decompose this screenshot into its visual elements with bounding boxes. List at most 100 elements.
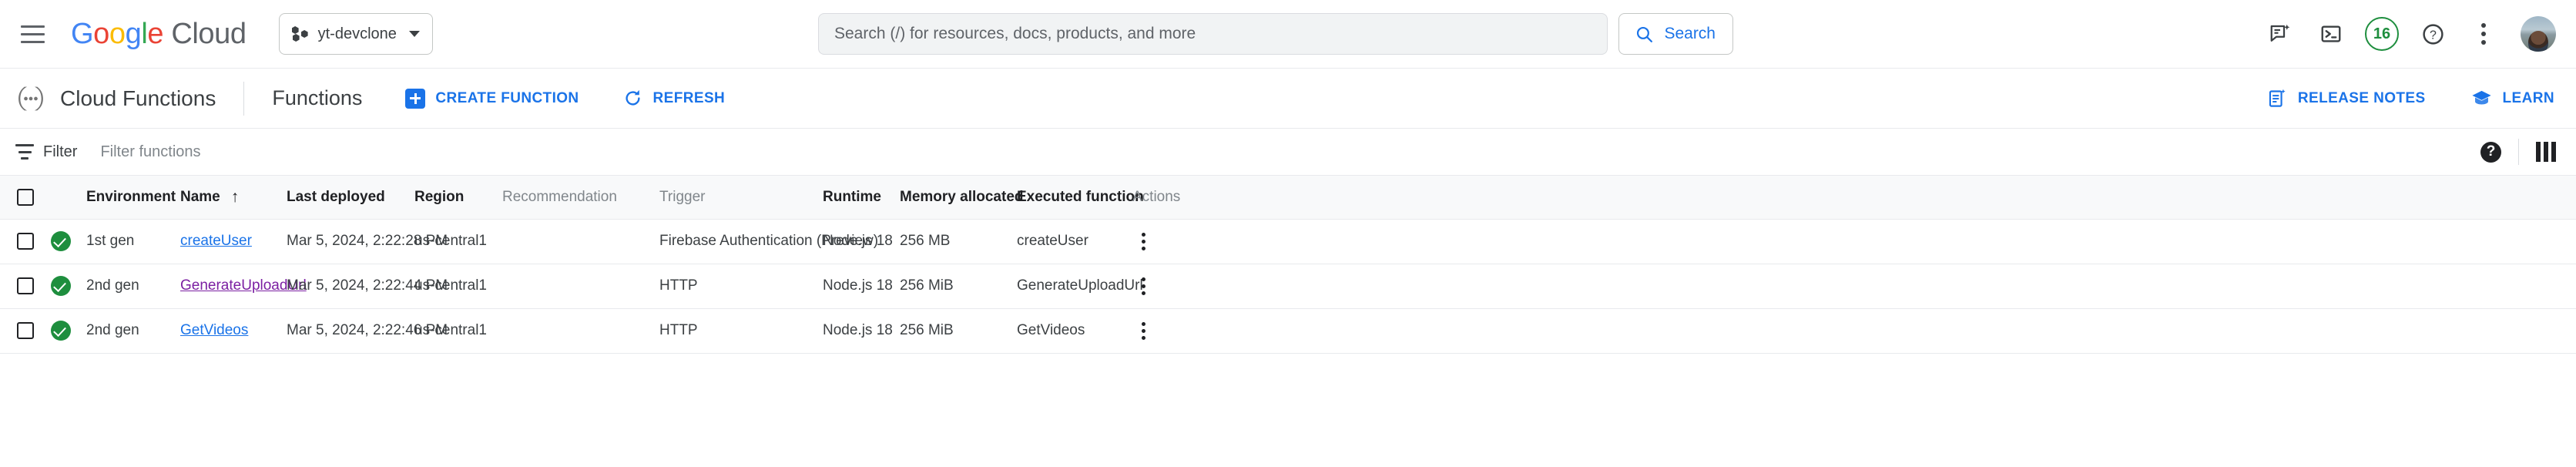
search-button-label: Search (1664, 25, 1716, 42)
cell-recommendation (502, 219, 659, 264)
status-ok-icon (51, 231, 71, 251)
cell-runtime: Node.js 18 (823, 219, 900, 264)
table-row[interactable]: 2nd gen GenerateUploadUrl Mar 5, 2024, 2… (0, 264, 2576, 309)
th-last-deployed[interactable]: Last deployed (287, 176, 414, 220)
sort-ascending-icon: ↑ (230, 188, 240, 207)
cell-recommendation (502, 308, 659, 354)
refresh-button[interactable]: REFRESH (622, 88, 726, 109)
th-runtime[interactable]: Runtime (823, 176, 900, 220)
cell-trigger: Firebase Authentication (Preview) (659, 219, 878, 264)
row-status-cell (51, 219, 86, 264)
project-selector[interactable]: yt-devclone (278, 13, 433, 55)
cell-environment: 1st gen (86, 219, 180, 264)
status-ok-icon (51, 321, 71, 341)
th-region[interactable]: Region (414, 176, 502, 220)
row-checkbox-cell (0, 219, 51, 264)
th-executed-function[interactable]: Executed function (1017, 176, 1144, 220)
header-divider (243, 81, 245, 116)
row-status-cell (51, 308, 86, 354)
cell-trigger: HTTP (659, 308, 823, 354)
filter-bar-divider (2518, 139, 2519, 165)
cell-name: GenerateUploadUrl (180, 264, 307, 309)
cell-executed-function: GenerateUploadUrl (1017, 264, 1143, 309)
hamburger-menu-icon[interactable] (11, 12, 54, 55)
row-status-cell (51, 264, 86, 309)
svg-text:?: ? (2430, 29, 2437, 42)
top-bar-actions: 16 ? (2259, 12, 2556, 55)
cell-executed-function: createUser (1017, 219, 1132, 264)
table-header-row: Environment Name ↑ Last deployed Region R… (0, 176, 2576, 220)
table-row[interactable]: 2nd gen GetVideos Mar 5, 2024, 2:22:46 P… (0, 308, 2576, 354)
cell-last-deployed: Mar 5, 2024, 2:22:46 PM (287, 308, 448, 354)
select-all-checkbox[interactable] (17, 188, 34, 206)
notifications-button[interactable]: 16 (2360, 12, 2403, 55)
function-name-link[interactable]: createUser (180, 233, 252, 249)
create-function-button[interactable]: CREATE FUNCTION (405, 88, 579, 109)
release-notes-button[interactable]: RELEASE NOTES (2267, 88, 2426, 109)
th-status (51, 176, 86, 220)
learn-label: LEARN (2502, 89, 2554, 106)
chevron-down-icon (408, 31, 420, 37)
cell-region: us-central1 (414, 219, 502, 264)
row-checkbox-cell (0, 308, 51, 354)
th-name-label: Name (180, 189, 220, 206)
create-function-label: CREATE FUNCTION (435, 89, 579, 106)
help-filled-icon[interactable]: ? (2480, 141, 2501, 163)
th-memory-allocated[interactable]: Memory allocated (900, 176, 1024, 220)
row-checkbox[interactable] (17, 277, 34, 294)
column-display-icon[interactable] (2536, 142, 2556, 162)
th-trigger[interactable]: Trigger (659, 176, 823, 220)
search-button[interactable]: Search (1618, 13, 1733, 55)
cell-memory: 256 MiB (900, 264, 1017, 309)
functions-table: Environment Name ↑ Last deployed Region R… (0, 176, 2576, 354)
project-dots-icon (291, 25, 309, 42)
search-input[interactable]: Search (/) for resources, docs, products… (818, 13, 1608, 55)
cloud-functions-icon (14, 82, 48, 116)
refresh-icon (626, 89, 640, 106)
row-checkbox[interactable] (17, 233, 34, 250)
release-notes-label: RELEASE NOTES (2297, 89, 2426, 106)
plus-icon (405, 88, 426, 109)
cell-memory: 256 MB (900, 219, 1017, 264)
cell-name: GetVideos (180, 308, 287, 354)
product-title: Cloud Functions (60, 86, 216, 110)
google-cloud-logo[interactable]: Google Cloud (71, 18, 247, 51)
cell-runtime: Node.js 18 (823, 264, 900, 309)
learn-button[interactable]: LEARN (2470, 87, 2554, 109)
th-recommendation[interactable]: Recommendation (502, 176, 659, 220)
gemini-chat-icon[interactable] (2259, 12, 2302, 55)
page-header: Cloud Functions Functions CREATE FUNCTIO… (0, 68, 2576, 128)
search-icon (1637, 26, 1653, 42)
search-area: Search (/) for resources, docs, products… (818, 13, 1733, 55)
cell-environment: 2nd gen (86, 308, 180, 354)
page-header-right-actions: RELEASE NOTES LEARN (2222, 87, 2554, 109)
brand-cloud-text: Cloud (171, 17, 247, 50)
refresh-label: REFRESH (652, 89, 726, 106)
filter-input[interactable]: Filter functions (100, 143, 2480, 161)
account-avatar[interactable] (2521, 16, 2556, 52)
cell-name: createUser (180, 219, 287, 264)
search-placeholder: Search (/) for resources, docs, products… (834, 25, 1196, 42)
cloud-shell-icon[interactable] (2309, 12, 2353, 55)
cell-actions (1132, 264, 2576, 309)
top-navigation-bar: Google Cloud yt-devclone Search (/) for … (0, 0, 2576, 68)
cell-runtime: Node.js 18 (823, 308, 900, 354)
cell-actions (1132, 308, 2576, 354)
cell-memory: 256 MiB (900, 308, 1017, 354)
function-name-link[interactable]: GetVideos (180, 322, 248, 338)
filter-label[interactable]: Filter (43, 143, 77, 161)
th-environment[interactable]: Environment (86, 176, 180, 220)
cell-region: us-central1 (414, 308, 502, 354)
help-icon[interactable]: ? (2411, 12, 2454, 55)
th-actions: Actions (1132, 176, 2576, 220)
notifications-badge: 16 (2365, 17, 2399, 51)
table-row[interactable]: 1st gen createUser Mar 5, 2024, 2:22:28 … (0, 219, 2576, 264)
graduation-cap-icon (2471, 90, 2491, 105)
row-actions-menu-icon[interactable] (1132, 232, 1154, 250)
filter-icon[interactable] (15, 144, 34, 160)
th-name[interactable]: Name ↑ (180, 176, 287, 220)
row-checkbox[interactable] (17, 322, 34, 339)
more-options-icon[interactable] (2462, 12, 2505, 55)
row-actions-menu-icon[interactable] (1132, 321, 1154, 340)
table-body: 1st gen createUser Mar 5, 2024, 2:22:28 … (0, 219, 2576, 354)
